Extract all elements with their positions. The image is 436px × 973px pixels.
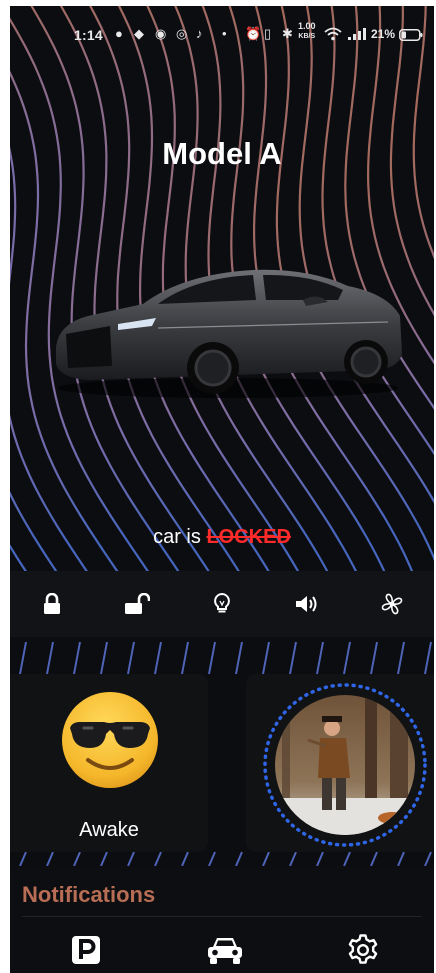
wave-dash [181,851,189,867]
wave-line [412,6,434,260]
lock-icon [44,593,61,614]
lock-state: LOCKED [206,526,291,548]
wave-dash [46,851,54,867]
battery-percent: 21% [371,27,396,41]
instagram-icon: ◎ [176,26,188,41]
wave-dash [154,851,162,867]
tiktok-icon: ♪ [196,26,203,41]
phone-screen: 1:14 ● ◆ ◉ ◎ ♪ • ⏰ ▯ ✱ 1.00 KB/S 21% Mod… [10,6,434,973]
notifications-title: Notifications [22,882,156,907]
nav-car[interactable] [205,930,245,970]
wave-dash [46,641,54,675]
wave-dash [181,641,189,675]
battery-icon [399,29,423,41]
car-icon [208,938,242,964]
nav-settings[interactable] [343,930,383,970]
wave-dash [19,641,27,675]
bluetooth-icon: ✱ [282,26,293,41]
network-speed: 1.00 KB/S [298,21,316,41]
wave-dash [316,851,324,867]
wave-dash [127,641,135,675]
alarm-icon: ⏰ [245,26,262,41]
wave-dash [100,641,108,675]
sunglasses-emoji-icon [62,692,158,788]
lock-status-text: car is LOCKED [153,526,291,548]
speaker-icon [295,596,317,612]
wave-dash [208,851,216,867]
wave-dash [235,641,243,675]
wave-dash [343,851,351,867]
wave-dash [127,851,135,867]
divider [22,916,422,917]
driver-status-label: Awake [79,819,139,841]
wave-dash [73,641,81,675]
wave-dash [100,851,108,867]
wave-dash [208,641,216,675]
bottom-nav [10,924,434,973]
wave-dash [397,641,405,675]
car-model-title: Model A [162,136,282,171]
wave-dash [370,641,378,675]
wave-dash [343,641,351,675]
snapchat-icon: ● [115,26,123,41]
fan-icon [381,593,402,615]
chrome-icon: ◉ [155,26,167,41]
wave-dash [289,641,297,675]
dot-icon: • [222,26,227,41]
driver-avatar[interactable] [260,680,430,850]
nav-parking[interactable] [66,930,106,970]
unlock-button[interactable] [115,582,159,626]
wave-dash [73,851,81,867]
wave-dash [424,641,432,675]
discord-icon: ◆ [134,26,144,41]
status-time: 1:14 [74,27,103,43]
gear-icon [348,934,378,964]
fan-button[interactable] [370,582,414,626]
signal-icon [348,28,366,40]
wave-dash [370,851,378,867]
bulb-icon [214,592,230,613]
vibrate-icon: ▯ [264,26,272,41]
wifi-icon [324,27,342,41]
wave-dash [235,851,243,867]
parking-icon [72,936,100,964]
control-bar [10,571,434,637]
wave-dash [19,851,27,867]
wave-dash [262,851,270,867]
unlock-icon [125,593,151,614]
status-bar: 1:14 ● ◆ ◉ ◎ ♪ • ⏰ ▯ ✱ 1.00 KB/S 21% [10,6,434,52]
wave-dash [397,851,405,867]
lock-button[interactable] [30,582,74,626]
wave-dash [289,851,297,867]
wave-dash [424,851,432,867]
wave-dash [316,641,324,675]
wave-dash [262,641,270,675]
car-image [56,269,402,398]
lights-button[interactable] [200,582,244,626]
wave-dash [154,641,162,675]
horn-button[interactable] [285,582,329,626]
wave-line [10,544,30,577]
